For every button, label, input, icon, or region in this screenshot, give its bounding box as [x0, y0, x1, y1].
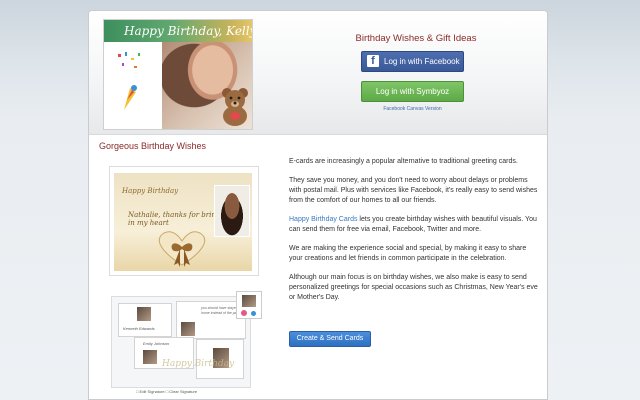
facebook-icon: f	[367, 55, 379, 67]
symbyoz-login-button[interactable]: Log in with Symbyoz	[361, 81, 464, 102]
editor-name: Emily Johnson	[143, 341, 170, 346]
editor-photo	[137, 307, 151, 321]
main-panel: Happy Birthday, Kelly! Birthday Wishes &…	[88, 10, 548, 400]
confetti-icon	[118, 52, 140, 68]
happy-birthday-cards-link[interactable]: Happy Birthday Cards	[289, 216, 357, 223]
side-thumbnail-flower	[251, 311, 256, 316]
party-horn-icon	[124, 85, 137, 110]
editor-card: Kenneth Edwards	[118, 303, 172, 337]
description: E-cards are increasingly a popular alter…	[289, 157, 539, 312]
paragraph: They save you money, and you don't need …	[289, 177, 538, 204]
header: Happy Birthday, Kelly! Birthday Wishes &…	[89, 11, 547, 135]
paragraph: Happy Birthday Cards lets you create bir…	[289, 215, 539, 235]
create-send-cards-button[interactable]: Create & Send Cards	[289, 331, 371, 347]
card-preview-background: Happy Birthday Nathalie, thanks for brin…	[114, 173, 252, 271]
paragraph: E-cards are increasingly a popular alter…	[289, 158, 518, 165]
teddy-bear-icon	[222, 88, 248, 126]
facebook-canvas-link[interactable]: Facebook Canvas Version	[361, 106, 464, 112]
card-editor-preview: Kenneth Edwards you should have stayed h…	[111, 296, 251, 394]
symbyoz-login-label: Log in with Symbyoz	[375, 87, 450, 96]
facebook-login-label: Log in with Facebook	[384, 57, 460, 66]
heart-ribbon-icon	[159, 231, 205, 267]
brand-title: Birthday Wishes & Gift Ideas	[355, 33, 477, 44]
editor-watermark: Happy Birthday	[162, 359, 235, 369]
editor-photo	[143, 350, 157, 364]
paragraph: Although our main focus is on birthday w…	[289, 274, 538, 301]
editor-toolbar: □ Edit Signature □ Clear Signature	[136, 389, 198, 394]
paragraph: We are making the experience social and …	[289, 245, 527, 262]
side-thumbnail-flower	[241, 310, 247, 316]
card-preview-photo	[214, 185, 250, 237]
hero-card-image: Happy Birthday, Kelly!	[103, 19, 253, 130]
card-preview-image: Happy Birthday Nathalie, thanks for brin…	[109, 166, 259, 276]
section-title: Gorgeous Birthday Wishes	[99, 141, 207, 151]
editor-photo	[181, 322, 195, 336]
card-preview-greeting: Happy Birthday	[122, 187, 179, 195]
facebook-login-button[interactable]: f Log in with Facebook	[361, 51, 464, 72]
editor-name: Kenneth Edwards	[123, 326, 155, 331]
side-thumbnail	[236, 291, 262, 319]
hero-banner: Happy Birthday, Kelly!	[104, 20, 252, 42]
side-thumbnail-photo	[242, 295, 256, 307]
